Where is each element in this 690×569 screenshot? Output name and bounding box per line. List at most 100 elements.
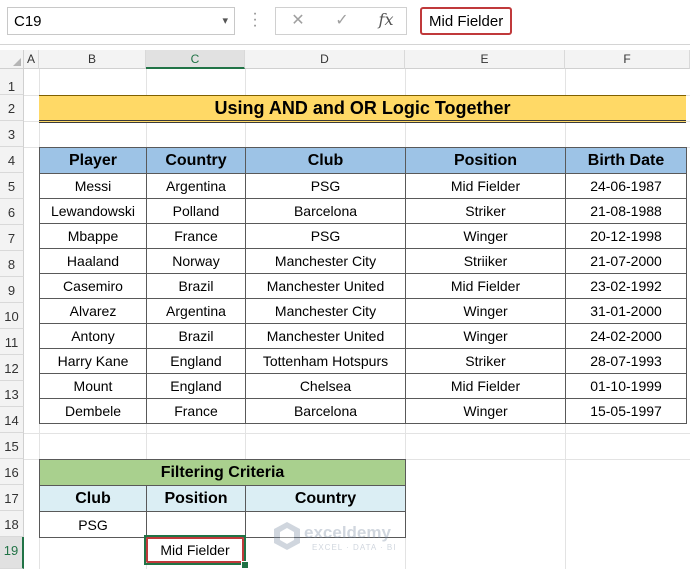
cell[interactable]: Barcelona xyxy=(245,198,406,224)
cell[interactable]: 23-02-1992 xyxy=(565,273,687,299)
cell[interactable]: Tottenham Hotspurs xyxy=(245,348,406,374)
drag-handle-icon[interactable]: · · · xyxy=(251,6,259,34)
row-header-4[interactable]: 4 xyxy=(0,147,24,173)
row-header-12[interactable]: 12 xyxy=(0,355,24,381)
cell[interactable]: Striker xyxy=(405,348,566,374)
cell[interactable]: Mbappe xyxy=(39,223,147,249)
cell[interactable]: Argentina xyxy=(146,173,246,199)
cell[interactable]: Alvarez xyxy=(39,298,147,324)
header-birth-date[interactable]: Birth Date xyxy=(565,147,687,174)
cell[interactable]: Brazil xyxy=(146,273,246,299)
criteria-header-row: Club Position Country xyxy=(39,485,406,512)
cell[interactable]: Mount xyxy=(39,373,147,399)
header-country[interactable]: Country xyxy=(146,147,246,174)
header-position[interactable]: Position xyxy=(405,147,566,174)
cell[interactable]: Manchester United xyxy=(245,273,406,299)
cell[interactable]: Lewandowski xyxy=(39,198,147,224)
cell[interactable]: Casemiro xyxy=(39,273,147,299)
name-box-value: C19 xyxy=(14,13,42,30)
cell[interactable]: Brazil xyxy=(146,323,246,349)
cell[interactable] xyxy=(146,511,246,538)
chevron-down-icon[interactable]: ▾ xyxy=(222,14,228,27)
cell[interactable]: PSG xyxy=(39,511,147,538)
cell[interactable]: Barcelona xyxy=(245,398,406,424)
cancel-icon[interactable]: ✕ xyxy=(280,10,316,32)
cell[interactable]: Messi xyxy=(39,173,147,199)
cell[interactable]: France xyxy=(146,223,246,249)
enter-icon[interactable]: ✓ xyxy=(324,10,360,32)
cell[interactable]: Mid Fielder xyxy=(405,273,566,299)
sheet-title[interactable]: Using AND and OR Logic Together xyxy=(39,95,686,123)
cell[interactable]: Manchester United xyxy=(245,323,406,349)
cell[interactable]: 20-12-1998 xyxy=(565,223,687,249)
column-header-d[interactable]: D xyxy=(245,50,405,69)
row-header-18[interactable]: 18 xyxy=(0,511,24,537)
row-header-9[interactable]: 9 xyxy=(0,277,24,303)
cell[interactable]: 21-08-1988 xyxy=(565,198,687,224)
name-box[interactable]: C19 ▾ xyxy=(7,7,235,35)
cell[interactable]: Winger xyxy=(405,223,566,249)
cell[interactable]: Mid Fielder xyxy=(405,373,566,399)
row-header-6[interactable]: 6 xyxy=(0,199,24,225)
cell[interactable]: Norway xyxy=(146,248,246,274)
cell[interactable]: 24-02-2000 xyxy=(565,323,687,349)
column-header-a[interactable]: A xyxy=(24,50,39,69)
cell[interactable]: Haaland xyxy=(39,248,147,274)
cell[interactable]: Winger xyxy=(405,398,566,424)
cell[interactable]: 21-07-2000 xyxy=(565,248,687,274)
column-header-c[interactable]: C xyxy=(146,50,245,69)
row-header-5[interactable]: 5 xyxy=(0,173,24,199)
header-player[interactable]: Player xyxy=(39,147,147,174)
row-header-8[interactable]: 8 xyxy=(0,251,24,277)
criteria-title[interactable]: Filtering Criteria xyxy=(39,459,406,486)
cell[interactable]: PSG xyxy=(245,173,406,199)
criteria-header-position[interactable]: Position xyxy=(146,485,246,512)
insert-function-icon[interactable]: fx xyxy=(368,10,404,32)
cell[interactable]: Antony xyxy=(39,323,147,349)
column-header-f[interactable]: F xyxy=(565,50,690,69)
criteria-header-country[interactable]: Country xyxy=(245,485,406,512)
cell[interactable]: Chelsea xyxy=(245,373,406,399)
formula-input[interactable]: Mid Fielder xyxy=(420,7,512,35)
cell[interactable]: England xyxy=(146,348,246,374)
cell[interactable]: 28-07-1993 xyxy=(565,348,687,374)
cell[interactable]: Dembele xyxy=(39,398,147,424)
row-header-17[interactable]: 17 xyxy=(0,485,24,511)
column-header-e[interactable]: E xyxy=(405,50,565,69)
table-row: Mbappe France PSG Winger 20-12-1998 xyxy=(39,223,687,249)
header-club[interactable]: Club xyxy=(245,147,406,174)
column-header-b[interactable]: B xyxy=(39,50,146,69)
selected-cell-c19[interactable]: Mid Fielder xyxy=(146,537,244,563)
cell[interactable]: Polland xyxy=(146,198,246,224)
cell[interactable]: Manchester City xyxy=(245,248,406,274)
row-header-13[interactable]: 13 xyxy=(0,381,24,407)
fill-handle[interactable] xyxy=(241,561,249,569)
cell[interactable]: Harry Kane xyxy=(39,348,147,374)
cell[interactable]: Striiker xyxy=(405,248,566,274)
row-header-16[interactable]: 16 xyxy=(0,459,24,485)
cell[interactable]: 15-05-1997 xyxy=(565,398,687,424)
cell[interactable]: Winger xyxy=(405,298,566,324)
row-header-3[interactable]: 3 xyxy=(0,121,24,147)
row-header-15[interactable]: 15 xyxy=(0,433,24,459)
row-header-11[interactable]: 11 xyxy=(0,329,24,355)
select-all-button[interactable] xyxy=(0,50,24,69)
cell[interactable]: 01-10-1999 xyxy=(565,373,687,399)
cell[interactable]: Mid Fielder xyxy=(405,173,566,199)
row-header-7[interactable]: 7 xyxy=(0,225,24,251)
row-header-14[interactable]: 14 xyxy=(0,407,24,433)
cell[interactable]: Argentina xyxy=(146,298,246,324)
cell[interactable]: 31-01-2000 xyxy=(565,298,687,324)
row-header-10[interactable]: 10 xyxy=(0,303,24,329)
row-header-19[interactable]: 19 xyxy=(0,537,24,569)
criteria-header-club[interactable]: Club xyxy=(39,485,147,512)
cell[interactable]: Winger xyxy=(405,323,566,349)
row-header-1[interactable]: 1 xyxy=(0,69,24,95)
cell[interactable]: PSG xyxy=(245,223,406,249)
cell[interactable]: 24-06-1987 xyxy=(565,173,687,199)
cell[interactable]: France xyxy=(146,398,246,424)
cell[interactable]: Striker xyxy=(405,198,566,224)
row-header-2[interactable]: 2 xyxy=(0,95,24,121)
cell[interactable]: Manchester City xyxy=(245,298,406,324)
cell[interactable]: England xyxy=(146,373,246,399)
